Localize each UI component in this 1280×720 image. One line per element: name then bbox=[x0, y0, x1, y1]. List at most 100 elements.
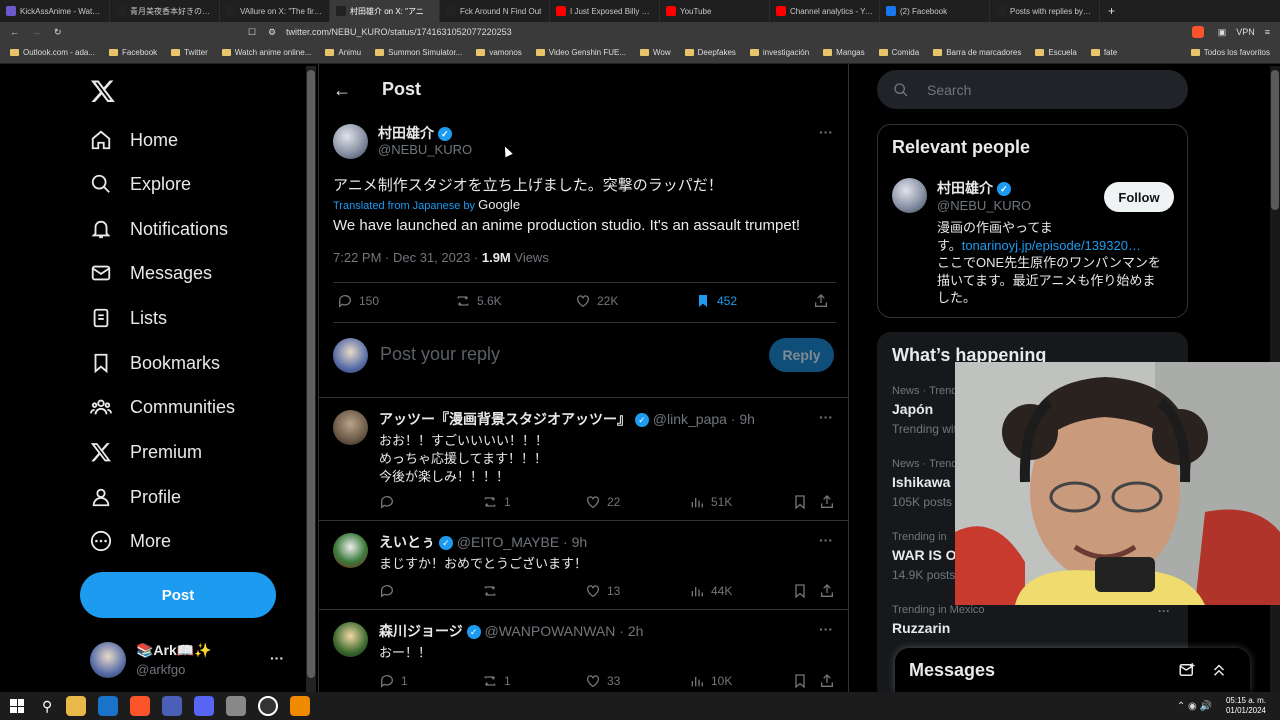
post-author-handle[interactable]: @NEBU_KURO bbox=[378, 142, 472, 157]
post-author-name[interactable]: 村田雄介 ✓ bbox=[378, 123, 452, 143]
post-author-avatar[interactable] bbox=[333, 124, 368, 159]
reply-share-button[interactable] bbox=[819, 494, 835, 510]
reply-input[interactable]: Post your reply bbox=[380, 344, 500, 365]
reply-handle[interactable]: @WANPOWANWAN · 2h bbox=[485, 623, 644, 639]
nav-notifications[interactable]: Notifications bbox=[90, 218, 228, 240]
reply-handle[interactable]: @EITO_MAYBE · 9h bbox=[457, 534, 587, 550]
account-more-icon[interactable]: ··· bbox=[270, 650, 284, 666]
reply-bookmark-button[interactable] bbox=[792, 673, 808, 689]
reply-more-icon[interactable]: ··· bbox=[819, 621, 833, 637]
reply-post[interactable]: アッツー『漫画背景スタジオアッツー』 ✓ @link_papa · 9h ··· お… bbox=[319, 397, 848, 520]
back-icon[interactable]: ← bbox=[10, 27, 24, 37]
reply-author[interactable]: 森川ジョージ bbox=[379, 623, 463, 639]
reply-more-icon[interactable]: ··· bbox=[819, 532, 833, 548]
reply-reply-button[interactable] bbox=[379, 583, 401, 599]
bookmark-item[interactable]: Barra de marcadores bbox=[933, 48, 1021, 57]
extensions-icon[interactable]: ▣ bbox=[1218, 27, 1227, 38]
reply-share-button[interactable] bbox=[819, 583, 835, 599]
menu-icon[interactable]: ≡ bbox=[1265, 27, 1270, 37]
brave-shield-icon[interactable] bbox=[1191, 26, 1204, 38]
reply-submit-button[interactable]: Reply bbox=[769, 338, 834, 372]
reply-repost-button[interactable]: 1 bbox=[482, 494, 511, 510]
post-time[interactable]: 7:22 PM · Dec 31, 2023 · bbox=[333, 250, 482, 265]
reply-bookmark-button[interactable] bbox=[792, 494, 808, 510]
reply-avatar[interactable] bbox=[333, 622, 368, 657]
nav-bookmarks[interactable]: Bookmarks bbox=[90, 352, 220, 374]
bookmark-item[interactable]: vamonos bbox=[476, 48, 522, 57]
reply-more-icon[interactable]: ··· bbox=[819, 409, 833, 425]
expand-chevrons-icon[interactable] bbox=[1210, 661, 1228, 679]
new-message-icon[interactable] bbox=[1178, 661, 1196, 679]
reply-author[interactable]: アッツー『漫画背景スタジオアッツー』 bbox=[379, 411, 631, 427]
bio-link[interactable]: tonarinoyj.jp/episode/139320… bbox=[962, 238, 1141, 253]
browser-tab[interactable]: 村田雄介 on X: "アニ bbox=[330, 0, 440, 22]
bookmark-item[interactable]: investigación bbox=[749, 48, 809, 57]
account-switcher[interactable]: 📚Ark📖✨ @arkfgo ··· bbox=[90, 640, 295, 680]
reply-reply-button[interactable] bbox=[379, 494, 401, 510]
browser-tab[interactable]: Posts with replies by 村田 bbox=[990, 0, 1100, 22]
brave-browser-icon[interactable] bbox=[130, 696, 151, 716]
relevant-avatar[interactable] bbox=[892, 178, 927, 213]
mail-icon[interactable] bbox=[98, 696, 119, 716]
reply-like-button[interactable]: 33 bbox=[585, 673, 620, 689]
post-button[interactable]: Post bbox=[80, 572, 276, 618]
new-tab-icon[interactable]: + bbox=[1108, 4, 1115, 18]
browser-tab[interactable]: 青月美夜香本好きの下剋 bbox=[110, 0, 220, 22]
file-explorer-icon[interactable] bbox=[66, 696, 87, 716]
reply-post[interactable]: えいとぅ ✓ @EITO_MAYBE · 9h ··· まじすか！おめでとうございま… bbox=[319, 520, 848, 609]
bookmark-item[interactable]: Outlook.com - ada... bbox=[10, 48, 95, 57]
nav-more[interactable]: More bbox=[90, 530, 171, 552]
browser-tab[interactable]: VAllure on X: "The first I bbox=[220, 0, 330, 22]
reply-button[interactable]: 150 bbox=[337, 293, 379, 309]
bookmark-item[interactable]: Watch anime online... bbox=[221, 48, 311, 57]
bookmark-page-icon[interactable]: ☐ bbox=[248, 27, 262, 38]
nav-lists[interactable]: Lists bbox=[90, 307, 167, 329]
reply-repost-button[interactable] bbox=[482, 583, 504, 599]
reply-post[interactable]: 森川ジョージ ✓ @WANPOWANWAN · 2h ··· おー！！ 1 1 33 10K bbox=[319, 609, 848, 692]
reply-avatar[interactable] bbox=[333, 410, 368, 445]
bookmark-item[interactable]: Deepfakes bbox=[684, 48, 736, 57]
bookmark-item[interactable]: Mangas bbox=[823, 48, 865, 57]
back-arrow-icon[interactable]: ← bbox=[333, 80, 351, 101]
browser-tab[interactable]: KickAssAnime - Watch A bbox=[0, 0, 110, 22]
site-info-icon[interactable]: ⚙ bbox=[268, 27, 282, 38]
windows-start-icon[interactable] bbox=[10, 699, 24, 713]
nav-profile[interactable]: Profile bbox=[90, 486, 181, 508]
reply-views[interactable]: 44K bbox=[689, 583, 732, 599]
obs-icon[interactable] bbox=[258, 696, 279, 716]
right-scrollbar-thumb[interactable] bbox=[1271, 70, 1279, 210]
reply-reply-button[interactable]: 1 bbox=[379, 673, 408, 689]
all-bookmarks[interactable]: Todos los favoritos bbox=[1190, 48, 1270, 57]
app-icon[interactable] bbox=[226, 696, 247, 716]
nav-premium[interactable]: Premium bbox=[90, 441, 202, 463]
bookmark-item[interactable]: Video Genshin FUE... bbox=[535, 48, 626, 57]
bookmark-item[interactable]: Animu bbox=[325, 48, 361, 57]
clock[interactable]: 05:15 a. m. 01/01/2024 bbox=[1226, 696, 1266, 716]
bookmark-item[interactable]: Comida bbox=[878, 48, 919, 57]
trend-more-icon[interactable]: ··· bbox=[1158, 604, 1170, 618]
browser-tab[interactable]: Channel analytics - YouT bbox=[770, 0, 880, 22]
bookmark-item[interactable]: Escuela bbox=[1035, 48, 1077, 57]
reply-views[interactable]: 10K bbox=[689, 673, 732, 689]
taskbar-search-icon[interactable]: ⚲ bbox=[42, 698, 52, 715]
reply-views[interactable]: 51K bbox=[689, 494, 732, 510]
share-button[interactable] bbox=[813, 293, 829, 309]
vlc-icon[interactable] bbox=[290, 696, 311, 716]
browser-tab[interactable]: I Just Exposed Billy Mitc bbox=[550, 0, 660, 22]
bookmark-item[interactable]: Facebook bbox=[109, 48, 157, 57]
reply-avatar[interactable] bbox=[333, 533, 368, 568]
browser-tab[interactable]: (2) Facebook bbox=[880, 0, 990, 22]
repost-button[interactable]: 5.6K bbox=[455, 293, 502, 309]
system-tray-icons[interactable]: ⌃ ◉ 🔊 bbox=[1177, 701, 1212, 712]
app-icon[interactable] bbox=[162, 696, 183, 716]
vpn-label[interactable]: VPN bbox=[1236, 27, 1255, 37]
nav-home[interactable]: Home bbox=[90, 129, 178, 151]
reply-like-button[interactable]: 13 bbox=[585, 583, 620, 599]
nav-messages[interactable]: Messages bbox=[90, 262, 212, 284]
search-input[interactable]: Search bbox=[877, 70, 1188, 109]
bookmark-item[interactable]: Twitter bbox=[171, 48, 208, 57]
nav-communities[interactable]: Communities bbox=[90, 396, 235, 418]
reply-share-button[interactable] bbox=[819, 673, 835, 689]
bookmark-item[interactable]: fate bbox=[1090, 48, 1117, 57]
browser-tab[interactable]: Fck Around N Find Out bbox=[440, 0, 550, 22]
